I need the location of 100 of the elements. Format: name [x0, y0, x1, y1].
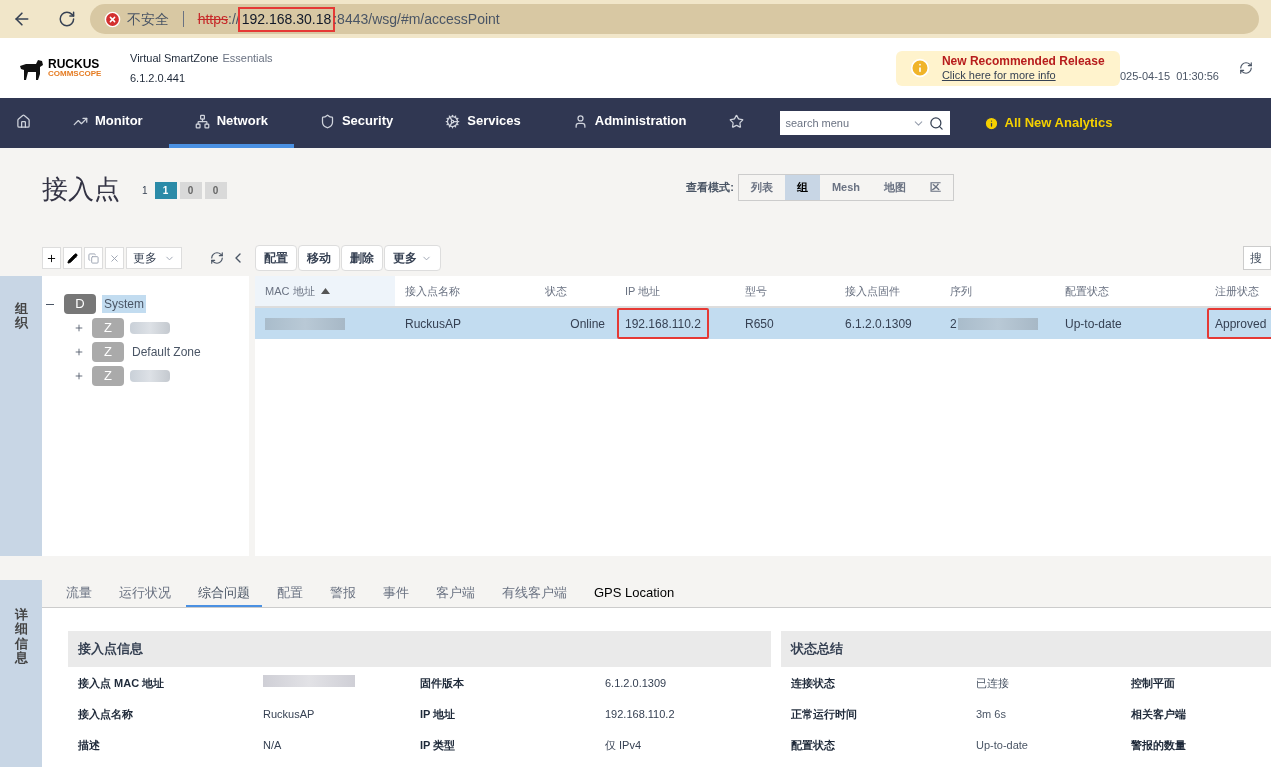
info-label: 接入点 MAC 地址	[78, 676, 166, 692]
star-icon	[728, 113, 744, 129]
table-cell: 2	[942, 308, 1046, 339]
node-badge: Z	[92, 318, 124, 338]
view-mode-tab[interactable]: Mesh	[819, 175, 872, 200]
plus-icon	[46, 252, 57, 264]
table-row[interactable]: RuckusAP Online 192.168.110.2 R650 6.1.2.0.1309 2 Up-to-date Approved	[255, 308, 1271, 339]
release-notice[interactable]: New Recommended Release Click here for more info	[895, 50, 1120, 86]
column-header[interactable]: MAC 地址	[255, 276, 395, 306]
ap-count: 1	[142, 184, 148, 198]
pencil-icon	[67, 252, 78, 264]
view-mode-tab[interactable]: 区	[918, 175, 953, 200]
toolbar-button[interactable]: 移动	[298, 245, 340, 271]
gears-icon	[445, 113, 461, 129]
warning-icon	[103, 10, 121, 28]
more-dropdown[interactable]: 更多	[384, 245, 441, 271]
more-dropdown[interactable]: 更多	[126, 247, 182, 269]
shield-icon	[319, 113, 335, 129]
page-title: 接入点	[42, 173, 120, 206]
info-value: 192.168.110.2	[605, 707, 675, 723]
info-label: 固件版本	[420, 676, 465, 692]
column-header[interactable]: 注册状态	[1205, 276, 1271, 306]
view-mode-tab[interactable]: 地图	[872, 175, 918, 200]
nav-tab[interactable]: Network	[168, 98, 294, 148]
node-badge: Z	[92, 342, 124, 362]
column-header[interactable]: 接入点固件	[835, 276, 940, 306]
count-badge: 0	[179, 182, 202, 199]
column-header[interactable]: 序列	[940, 276, 1055, 306]
tree-label[interactable]: System	[102, 295, 146, 313]
home-icon	[16, 113, 31, 129]
url-host: 192.168.30.18	[239, 8, 334, 30]
view-mode-tab[interactable]: 组	[784, 175, 820, 200]
side-tab[interactable]: 详细信息	[0, 580, 42, 767]
column-header[interactable]: 接入点名称	[395, 276, 535, 306]
notice-title: New Recommended Release	[941, 53, 1105, 69]
column-header[interactable]: 配置状态	[1055, 276, 1205, 306]
person-icon	[572, 113, 588, 129]
detail-tab[interactable]: 警报	[318, 580, 368, 607]
table-cell-text: R650	[744, 315, 775, 333]
table-cell: 192.168.110.2	[617, 308, 709, 339]
nav-tab[interactable]: Monitor	[47, 98, 169, 148]
url-scheme: https	[197, 9, 228, 29]
detail-tab[interactable]: 事件	[371, 580, 421, 607]
detail-tab[interactable]: GPS Location	[582, 580, 687, 607]
edition-label: Essentials	[222, 50, 273, 66]
section-header: 接入点信息	[68, 631, 771, 667]
table-cell-text: Up-to-date	[1064, 315, 1123, 333]
info-value: 已连接	[976, 676, 1010, 692]
column-header[interactable]: 状态	[535, 276, 615, 306]
table-cell-text: Online	[569, 315, 606, 333]
analytics-link[interactable]: All New Analytics	[1004, 113, 1113, 133]
view-mode-tab[interactable]: 列表	[738, 175, 785, 200]
detail-tab[interactable]: 客户端	[424, 580, 487, 607]
info-label: 描述	[78, 738, 101, 754]
edit-button[interactable]	[63, 247, 82, 269]
version-label: 6.1.2.0.441	[130, 71, 187, 86]
info-value: RuckusAP	[263, 707, 315, 723]
copy-icon	[88, 252, 99, 264]
info-label: 警报的数量	[1131, 738, 1186, 754]
info-label: 配置状态	[791, 738, 836, 754]
toolbar-button[interactable]: 删除	[341, 245, 383, 271]
section-header: 状态总结	[781, 631, 1271, 667]
tree-label[interactable]: Default Zone	[130, 343, 203, 361]
info-icon	[909, 58, 930, 78]
refresh-icon[interactable]	[210, 251, 224, 265]
product-name: Virtual SmartZone	[130, 50, 219, 66]
add-button[interactable]	[42, 247, 61, 269]
search-field[interactable]: 搜	[1243, 246, 1271, 270]
refresh-icon[interactable]	[1239, 61, 1253, 75]
detail-tab[interactable]: 配置	[265, 580, 315, 607]
column-header[interactable]: 型号	[735, 276, 835, 306]
nav-tab[interactable]: Security	[293, 98, 420, 148]
info-label: 正常运行时间	[791, 707, 858, 723]
search-menu-field[interactable]: search menu	[779, 111, 950, 135]
logo-text: RUCKUS	[48, 58, 101, 70]
node-badge: Z	[92, 366, 124, 386]
reload-icon[interactable]	[57, 10, 76, 28]
count-badge: 0	[204, 182, 227, 199]
column-header[interactable]: IP 地址	[615, 276, 735, 306]
info-label: 连接状态	[791, 676, 836, 692]
info-label: 相关客户端	[1131, 707, 1186, 723]
node-badge: D	[64, 294, 96, 314]
info-label: 控制平面	[1131, 676, 1175, 692]
nav-tab[interactable]: Administration	[546, 98, 713, 148]
info-value: 6.1.2.0.1309	[605, 676, 667, 692]
info-label: IP 地址	[420, 707, 457, 723]
notice-link[interactable]: Click here for more info	[941, 68, 1105, 83]
logo-subtext: COMMSCOPE	[48, 70, 102, 78]
side-tab[interactable]: 组织	[0, 276, 42, 556]
info-label: 接入点名称	[78, 707, 134, 723]
detail-tab[interactable]: 运行状况	[107, 580, 183, 607]
count-badge: 1	[154, 182, 177, 199]
view-mode-label: 查看模式:	[686, 180, 734, 196]
toolbar-button[interactable]: 配置	[255, 245, 297, 271]
detail-tab[interactable]: 流量	[54, 580, 104, 607]
datetime-label: 025-04-15 01:30:56	[1119, 68, 1219, 84]
detail-tab[interactable]: 有线客户端	[490, 580, 579, 607]
nav-tab[interactable]: Services	[419, 98, 547, 148]
search-icon[interactable]	[928, 115, 944, 131]
close-icon	[109, 252, 120, 264]
